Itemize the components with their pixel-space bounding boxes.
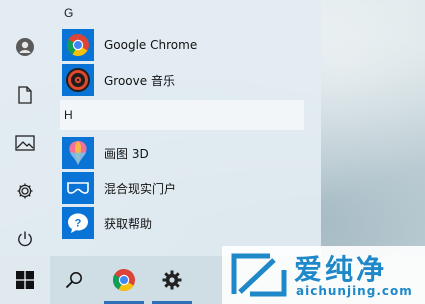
chrome-icon	[113, 269, 135, 291]
settings-icon	[162, 270, 182, 290]
windows-start-icon	[16, 271, 34, 289]
groove-music-icon	[66, 68, 90, 92]
settings-button[interactable]	[0, 168, 50, 214]
app-label: 混合现实门户	[104, 181, 177, 196]
get-help-icon: ?	[68, 213, 88, 233]
pictures-icon	[15, 135, 35, 151]
pictures-button[interactable]	[0, 120, 50, 166]
app-label: Groove 音乐	[104, 73, 175, 88]
documents-icon	[18, 86, 32, 104]
app-tile	[62, 172, 94, 204]
app-label: 画图 3D	[104, 146, 149, 161]
svg-text:?: ?	[75, 218, 82, 230]
paint-3d-icon	[69, 141, 87, 165]
app-tile	[62, 29, 94, 61]
app-item-google-chrome[interactable]: Google Chrome	[62, 28, 302, 62]
letter-header-g[interactable]: G	[60, 0, 304, 28]
app-label: Google Chrome	[104, 38, 198, 52]
user-avatar-icon	[16, 38, 34, 56]
watermark-logo-icon	[231, 253, 287, 297]
letter-header-h[interactable]: H	[60, 100, 304, 130]
app-item-mixed-reality-portal[interactable]: 混合现实门户	[62, 171, 302, 205]
user-account-button[interactable]	[0, 24, 50, 70]
watermark-title: 爱纯净	[294, 253, 388, 286]
app-item-paint-3d[interactable]: 画图 3D	[62, 136, 302, 170]
letter-header-label: H	[64, 108, 73, 122]
settings-icon	[17, 183, 33, 199]
documents-button[interactable]	[0, 72, 50, 118]
chrome-icon	[67, 34, 89, 56]
power-icon	[18, 231, 32, 247]
mixed-reality-portal-icon	[67, 182, 89, 194]
app-tile	[62, 64, 94, 96]
app-tile: ?	[62, 207, 94, 239]
search-icon	[65, 272, 82, 289]
app-item-groove-music[interactable]: Groove 音乐	[62, 63, 302, 97]
taskbar-settings-button[interactable]	[148, 256, 196, 304]
app-label: 获取帮助	[104, 216, 153, 231]
app-list: G Google Chrome Groove 音乐 H 画图 3D 混合现实门户…	[50, 0, 321, 255]
start-button[interactable]	[0, 256, 50, 304]
letter-header-label: G	[64, 6, 74, 20]
app-tile	[62, 137, 94, 169]
app-item-get-help[interactable]: ? 获取帮助	[62, 206, 302, 240]
watermark-url: aichunjing.com	[296, 284, 413, 298]
watermark: 爱纯净 aichunjing.com	[222, 246, 425, 304]
taskbar-search-button[interactable]	[50, 256, 98, 304]
taskbar-chrome-button[interactable]	[100, 256, 148, 304]
